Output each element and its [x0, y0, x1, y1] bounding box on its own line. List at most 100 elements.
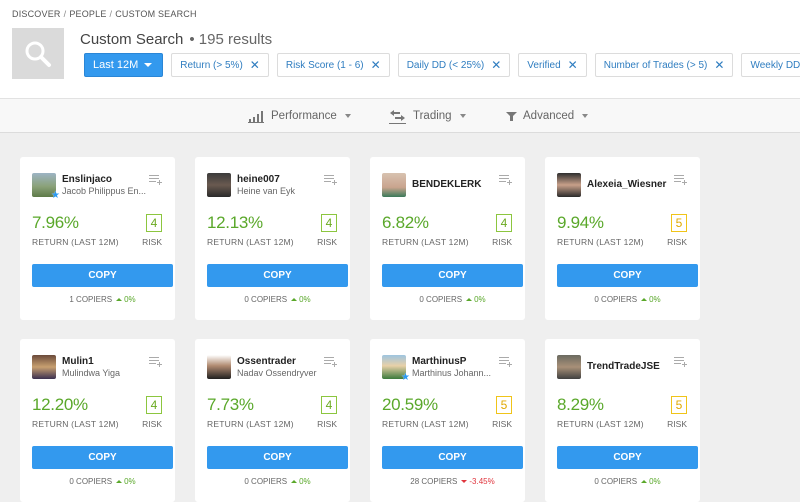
trader-card[interactable]: Alexeia_Wiesner 9.94% RETURN (LAST 12M) … — [545, 157, 700, 320]
copiers-info: 0 COPIERS 0% — [195, 295, 360, 304]
trader-username[interactable]: BENDEKLERK — [412, 179, 481, 190]
avatar[interactable] — [207, 173, 231, 197]
performance-menu[interactable]: Performance — [248, 99, 351, 133]
add-to-watchlist-icon[interactable] — [149, 356, 163, 368]
risk-label: RISK — [492, 419, 512, 429]
trader-username[interactable]: Mulin1 — [62, 356, 94, 367]
close-icon[interactable]: ✕ — [568, 59, 578, 71]
copiers-info: 28 COPIERS -3.45% — [370, 477, 535, 486]
result-count: • 195 results — [189, 31, 273, 48]
avatar-image — [557, 355, 581, 379]
return-value: 12.13% — [207, 213, 263, 232]
copiers-change: 0% — [474, 295, 486, 304]
copy-button[interactable]: COPY — [382, 446, 523, 469]
advanced-menu[interactable]: Advanced — [506, 99, 589, 133]
star-icon: ★ — [401, 372, 410, 383]
bar-chart-icon — [248, 110, 264, 123]
avatar[interactable] — [32, 355, 56, 379]
copy-button[interactable]: COPY — [32, 446, 173, 469]
risk-score-badge: 5 — [671, 214, 687, 232]
breadcrumb-discover[interactable]: Discover — [12, 9, 61, 19]
close-icon[interactable]: ✕ — [714, 59, 724, 71]
copiers-info: 0 COPIERS 0% — [20, 477, 185, 486]
filter-chip-daily-dd[interactable]: Daily DD (< 25%) ✕ — [397, 53, 511, 77]
copy-button[interactable]: COPY — [207, 446, 348, 469]
add-to-watchlist-icon[interactable] — [149, 174, 163, 186]
chip-label: Return (> 5%) — [180, 59, 243, 71]
close-icon[interactable]: ✕ — [371, 59, 381, 71]
copy-button[interactable]: COPY — [557, 446, 698, 469]
filter-chip-return[interactable]: Return (> 5%) ✕ — [171, 53, 269, 77]
filter-chip-number-of-trades[interactable]: Number of Trades (> 5) ✕ — [594, 53, 734, 77]
trader-card[interactable]: Mulin1 Mulindwa Yiga 12.20% RETURN (LAST… — [20, 339, 175, 502]
avatar[interactable] — [382, 173, 406, 197]
avatar-image — [207, 173, 231, 197]
trader-card[interactable]: heine007 Heine van Eyk 12.13% RETURN (LA… — [195, 157, 350, 320]
add-to-watchlist-icon[interactable] — [324, 174, 338, 186]
risk-label: RISK — [142, 419, 162, 429]
trader-full-name: Marthinus Johann... — [412, 368, 492, 378]
copy-button[interactable]: COPY — [382, 264, 523, 287]
breadcrumb-people[interactable]: People — [69, 9, 106, 19]
risk-label: RISK — [317, 419, 337, 429]
avatar-image — [207, 355, 231, 379]
arrow-up-icon — [116, 297, 123, 301]
return-label: RETURN (LAST 12M) — [207, 237, 294, 247]
trader-username[interactable]: TrendTradeJSE — [587, 361, 660, 372]
risk-label: RISK — [667, 419, 687, 429]
trader-username[interactable]: Enslinjaco — [62, 174, 112, 185]
star-icon: ★ — [51, 190, 60, 201]
filter-chip-verified[interactable]: Verified ✕ — [518, 53, 587, 77]
trader-username[interactable]: heine007 — [237, 174, 280, 185]
chip-label: Risk Score (1 - 6) — [285, 59, 364, 71]
copiers-change: 0% — [649, 295, 661, 304]
copiers-count: 0 COPIERS — [244, 477, 288, 486]
search-tile — [12, 28, 64, 79]
copy-button[interactable]: COPY — [557, 264, 698, 287]
add-to-watchlist-icon[interactable] — [324, 356, 338, 368]
trading-menu[interactable]: Trading — [389, 99, 466, 133]
close-icon[interactable]: ✕ — [250, 59, 260, 71]
trader-card[interactable]: ★ MarthinusP Marthinus Johann... 20.59% … — [370, 339, 525, 502]
copiers-change: -3.45% — [469, 477, 495, 486]
breadcrumb-custom-search: Custom Search — [115, 9, 197, 19]
page-title: Custom Search • 195 results — [80, 31, 272, 48]
avatar[interactable] — [207, 355, 231, 379]
trader-card[interactable]: Ossentrader Nadav Ossendryver 7.73% RETU… — [195, 339, 350, 502]
page-title-text: Custom Search — [80, 31, 184, 48]
trader-username[interactable]: MarthinusP — [412, 356, 466, 367]
search-icon — [25, 41, 51, 67]
period-dropdown[interactable]: Last 12M — [84, 53, 164, 77]
copy-button[interactable]: COPY — [207, 264, 348, 287]
avatar[interactable]: ★ — [382, 355, 410, 383]
copiers-change: 0% — [649, 477, 661, 486]
trading-label: Trading — [413, 110, 452, 122]
trader-username[interactable]: Alexeia_Wiesner — [587, 179, 666, 190]
trader-card[interactable]: ★ Enslinjaco Jacob Philippus En... 7.96%… — [20, 157, 175, 320]
trader-card[interactable]: BENDEKLERK 6.82% RETURN (LAST 12M) 4 RIS… — [370, 157, 525, 320]
chip-label: Daily DD (< 25%) — [406, 59, 485, 71]
close-icon[interactable]: ✕ — [491, 59, 501, 71]
caret-down-icon — [582, 114, 589, 118]
trader-username[interactable]: Ossentrader — [237, 356, 296, 367]
return-label: RETURN (LAST 12M) — [382, 419, 469, 429]
copiers-count: 0 COPIERS — [419, 295, 463, 304]
avatar[interactable] — [557, 173, 581, 197]
arrow-up-icon — [641, 479, 648, 483]
risk-score-badge: 4 — [146, 396, 162, 414]
filter-chip-weekly-dd[interactable]: Weekly DD (< 15%)✕ — [741, 53, 800, 77]
add-to-watchlist-icon[interactable] — [674, 356, 688, 368]
arrow-up-icon — [641, 297, 648, 301]
copy-button[interactable]: COPY — [32, 264, 173, 287]
risk-score-badge: 5 — [671, 396, 687, 414]
return-value: 7.96% — [32, 213, 79, 232]
filter-chip-risk-score[interactable]: Risk Score (1 - 6) ✕ — [276, 53, 390, 77]
avatar[interactable]: ★ — [32, 173, 60, 201]
copiers-change: 0% — [124, 295, 136, 304]
trader-card[interactable]: TrendTradeJSE 8.29% RETURN (LAST 12M) 5 … — [545, 339, 700, 502]
add-to-watchlist-icon[interactable] — [499, 356, 513, 368]
avatar[interactable] — [557, 355, 581, 379]
return-label: RETURN (LAST 12M) — [32, 237, 119, 247]
add-to-watchlist-icon[interactable] — [499, 174, 513, 186]
add-to-watchlist-icon[interactable] — [674, 174, 688, 186]
